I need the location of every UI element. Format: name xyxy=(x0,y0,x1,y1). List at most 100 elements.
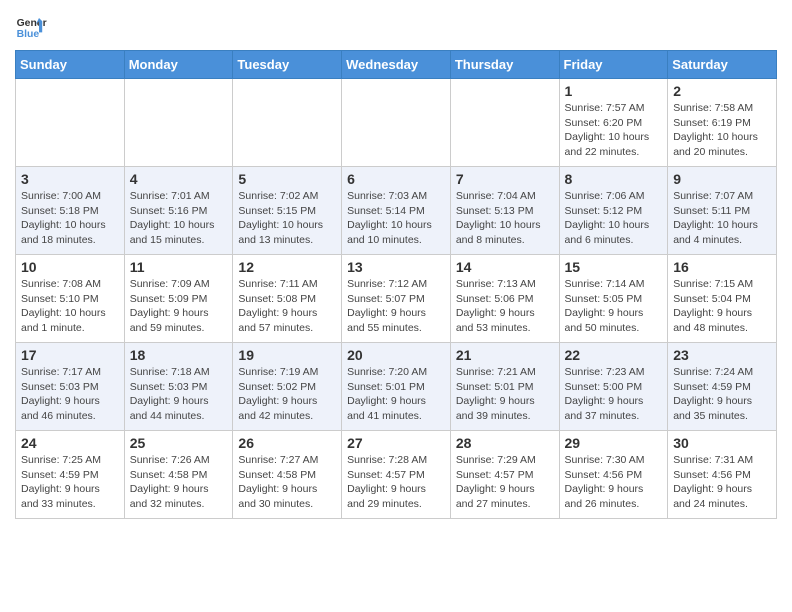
day-info: Sunrise: 7:29 AM Sunset: 4:57 PM Dayligh… xyxy=(456,453,554,512)
calendar-cell: 29 Sunrise: 7:30 AM Sunset: 4:56 PM Dayli… xyxy=(559,431,668,519)
day-number: 17 xyxy=(21,347,119,363)
day-info: Sunrise: 7:01 AM Sunset: 5:16 PM Dayligh… xyxy=(130,189,228,248)
calendar-cell: 18 Sunrise: 7:18 AM Sunset: 5:03 PM Dayli… xyxy=(124,343,233,431)
calendar-cell xyxy=(124,79,233,167)
day-number: 9 xyxy=(673,171,771,187)
day-number: 27 xyxy=(347,435,445,451)
day-info: Sunrise: 7:14 AM Sunset: 5:05 PM Dayligh… xyxy=(565,277,663,336)
day-info: Sunrise: 7:31 AM Sunset: 4:56 PM Dayligh… xyxy=(673,453,771,512)
day-number: 26 xyxy=(238,435,336,451)
weekday-header-row: SundayMondayTuesdayWednesdayThursdayFrid… xyxy=(16,51,777,79)
day-number: 29 xyxy=(565,435,663,451)
calendar-cell: 8Sunrise: 7:06 AM Sunset: 5:12 PM Daylig… xyxy=(559,167,668,255)
day-number: 19 xyxy=(238,347,336,363)
day-info: Sunrise: 7:28 AM Sunset: 4:57 PM Dayligh… xyxy=(347,453,445,512)
day-number: 30 xyxy=(673,435,771,451)
day-number: 2 xyxy=(673,83,771,99)
day-info: Sunrise: 7:13 AM Sunset: 5:06 PM Dayligh… xyxy=(456,277,554,336)
day-info: Sunrise: 7:18 AM Sunset: 5:03 PM Dayligh… xyxy=(130,365,228,424)
day-info: Sunrise: 7:17 AM Sunset: 5:03 PM Dayligh… xyxy=(21,365,119,424)
day-info: Sunrise: 7:58 AM Sunset: 6:19 PM Dayligh… xyxy=(673,101,771,160)
day-info: Sunrise: 7:07 AM Sunset: 5:11 PM Dayligh… xyxy=(673,189,771,248)
weekday-header: Monday xyxy=(124,51,233,79)
day-number: 8 xyxy=(565,171,663,187)
day-number: 16 xyxy=(673,259,771,275)
calendar-week-row: 17 Sunrise: 7:17 AM Sunset: 5:03 PM Dayli… xyxy=(16,343,777,431)
calendar-cell: 30 Sunrise: 7:31 AM Sunset: 4:56 PM Dayli… xyxy=(668,431,777,519)
logo-icon: General Blue xyxy=(15,10,47,42)
calendar-cell: 6 Sunrise: 7:03 AM Sunset: 5:14 PM Daylig… xyxy=(342,167,451,255)
calendar-week-row: 3 Sunrise: 7:00 AM Sunset: 5:18 PM Daylig… xyxy=(16,167,777,255)
day-number: 28 xyxy=(456,435,554,451)
day-number: 3 xyxy=(21,171,119,187)
day-info: Sunrise: 7:19 AM Sunset: 5:02 PM Dayligh… xyxy=(238,365,336,424)
day-info: Sunrise: 7:09 AM Sunset: 5:09 PM Dayligh… xyxy=(130,277,228,336)
calendar-table: SundayMondayTuesdayWednesdayThursdayFrid… xyxy=(15,50,777,519)
calendar-cell: 23Sunrise: 7:24 AM Sunset: 4:59 PM Dayli… xyxy=(668,343,777,431)
calendar-cell: 9 Sunrise: 7:07 AM Sunset: 5:11 PM Daylig… xyxy=(668,167,777,255)
day-info: Sunrise: 7:23 AM Sunset: 5:00 PM Dayligh… xyxy=(565,365,663,424)
day-info: Sunrise: 7:08 AM Sunset: 5:10 PM Dayligh… xyxy=(21,277,119,336)
day-number: 15 xyxy=(565,259,663,275)
day-info: Sunrise: 7:15 AM Sunset: 5:04 PM Dayligh… xyxy=(673,277,771,336)
day-info: Sunrise: 7:25 AM Sunset: 4:59 PM Dayligh… xyxy=(21,453,119,512)
day-info: Sunrise: 7:11 AM Sunset: 5:08 PM Dayligh… xyxy=(238,277,336,336)
day-number: 25 xyxy=(130,435,228,451)
page-header: General Blue xyxy=(15,10,777,42)
weekday-header: Tuesday xyxy=(233,51,342,79)
day-info: Sunrise: 7:03 AM Sunset: 5:14 PM Dayligh… xyxy=(347,189,445,248)
day-info: Sunrise: 7:57 AM Sunset: 6:20 PM Dayligh… xyxy=(565,101,663,160)
calendar-cell: 17 Sunrise: 7:17 AM Sunset: 5:03 PM Dayli… xyxy=(16,343,125,431)
calendar-cell: 28 Sunrise: 7:29 AM Sunset: 4:57 PM Dayli… xyxy=(450,431,559,519)
svg-text:Blue: Blue xyxy=(17,29,40,40)
calendar-cell: 13Sunrise: 7:12 AM Sunset: 5:07 PM Dayli… xyxy=(342,255,451,343)
day-number: 4 xyxy=(130,171,228,187)
day-number: 6 xyxy=(347,171,445,187)
calendar-cell: 7 Sunrise: 7:04 AM Sunset: 5:13 PM Daylig… xyxy=(450,167,559,255)
calendar-cell: 14 Sunrise: 7:13 AM Sunset: 5:06 PM Dayli… xyxy=(450,255,559,343)
day-number: 20 xyxy=(347,347,445,363)
calendar-cell: 16 Sunrise: 7:15 AM Sunset: 5:04 PM Dayli… xyxy=(668,255,777,343)
calendar-cell: 10Sunrise: 7:08 AM Sunset: 5:10 PM Dayli… xyxy=(16,255,125,343)
day-number: 7 xyxy=(456,171,554,187)
calendar-cell: 15 Sunrise: 7:14 AM Sunset: 5:05 PM Dayli… xyxy=(559,255,668,343)
weekday-header: Sunday xyxy=(16,51,125,79)
calendar-cell: 19 Sunrise: 7:19 AM Sunset: 5:02 PM Dayli… xyxy=(233,343,342,431)
day-info: Sunrise: 7:30 AM Sunset: 4:56 PM Dayligh… xyxy=(565,453,663,512)
calendar-week-row: 10Sunrise: 7:08 AM Sunset: 5:10 PM Dayli… xyxy=(16,255,777,343)
day-info: Sunrise: 7:21 AM Sunset: 5:01 PM Dayligh… xyxy=(456,365,554,424)
day-info: Sunrise: 7:26 AM Sunset: 4:58 PM Dayligh… xyxy=(130,453,228,512)
calendar-week-row: 24Sunrise: 7:25 AM Sunset: 4:59 PM Dayli… xyxy=(16,431,777,519)
day-info: Sunrise: 7:02 AM Sunset: 5:15 PM Dayligh… xyxy=(238,189,336,248)
day-info: Sunrise: 7:04 AM Sunset: 5:13 PM Dayligh… xyxy=(456,189,554,248)
day-info: Sunrise: 7:24 AM Sunset: 4:59 PM Dayligh… xyxy=(673,365,771,424)
day-number: 5 xyxy=(238,171,336,187)
day-info: Sunrise: 7:20 AM Sunset: 5:01 PM Dayligh… xyxy=(347,365,445,424)
calendar-cell: 12Sunrise: 7:11 AM Sunset: 5:08 PM Dayli… xyxy=(233,255,342,343)
day-number: 1 xyxy=(565,83,663,99)
calendar-cell xyxy=(342,79,451,167)
weekday-header: Thursday xyxy=(450,51,559,79)
day-info: Sunrise: 7:27 AM Sunset: 4:58 PM Dayligh… xyxy=(238,453,336,512)
calendar-cell: 21 Sunrise: 7:21 AM Sunset: 5:01 PM Dayli… xyxy=(450,343,559,431)
calendar-cell: 2 Sunrise: 7:58 AM Sunset: 6:19 PM Daylig… xyxy=(668,79,777,167)
weekday-header: Saturday xyxy=(668,51,777,79)
weekday-header: Wednesday xyxy=(342,51,451,79)
calendar-cell: 24Sunrise: 7:25 AM Sunset: 4:59 PM Dayli… xyxy=(16,431,125,519)
day-number: 11 xyxy=(130,259,228,275)
day-number: 14 xyxy=(456,259,554,275)
day-number: 18 xyxy=(130,347,228,363)
calendar-cell: 26 Sunrise: 7:27 AM Sunset: 4:58 PM Dayli… xyxy=(233,431,342,519)
calendar-cell: 3 Sunrise: 7:00 AM Sunset: 5:18 PM Daylig… xyxy=(16,167,125,255)
calendar-cell: 5 Sunrise: 7:02 AM Sunset: 5:15 PM Daylig… xyxy=(233,167,342,255)
svg-text:General: General xyxy=(17,18,47,29)
calendar-week-row: 1 Sunrise: 7:57 AM Sunset: 6:20 PM Daylig… xyxy=(16,79,777,167)
day-number: 13 xyxy=(347,259,445,275)
day-info: Sunrise: 7:00 AM Sunset: 5:18 PM Dayligh… xyxy=(21,189,119,248)
day-number: 21 xyxy=(456,347,554,363)
weekday-header: Friday xyxy=(559,51,668,79)
calendar-cell: 25 Sunrise: 7:26 AM Sunset: 4:58 PM Dayli… xyxy=(124,431,233,519)
calendar-cell: 20 Sunrise: 7:20 AM Sunset: 5:01 PM Dayli… xyxy=(342,343,451,431)
calendar-cell xyxy=(233,79,342,167)
calendar-cell: 1 Sunrise: 7:57 AM Sunset: 6:20 PM Daylig… xyxy=(559,79,668,167)
